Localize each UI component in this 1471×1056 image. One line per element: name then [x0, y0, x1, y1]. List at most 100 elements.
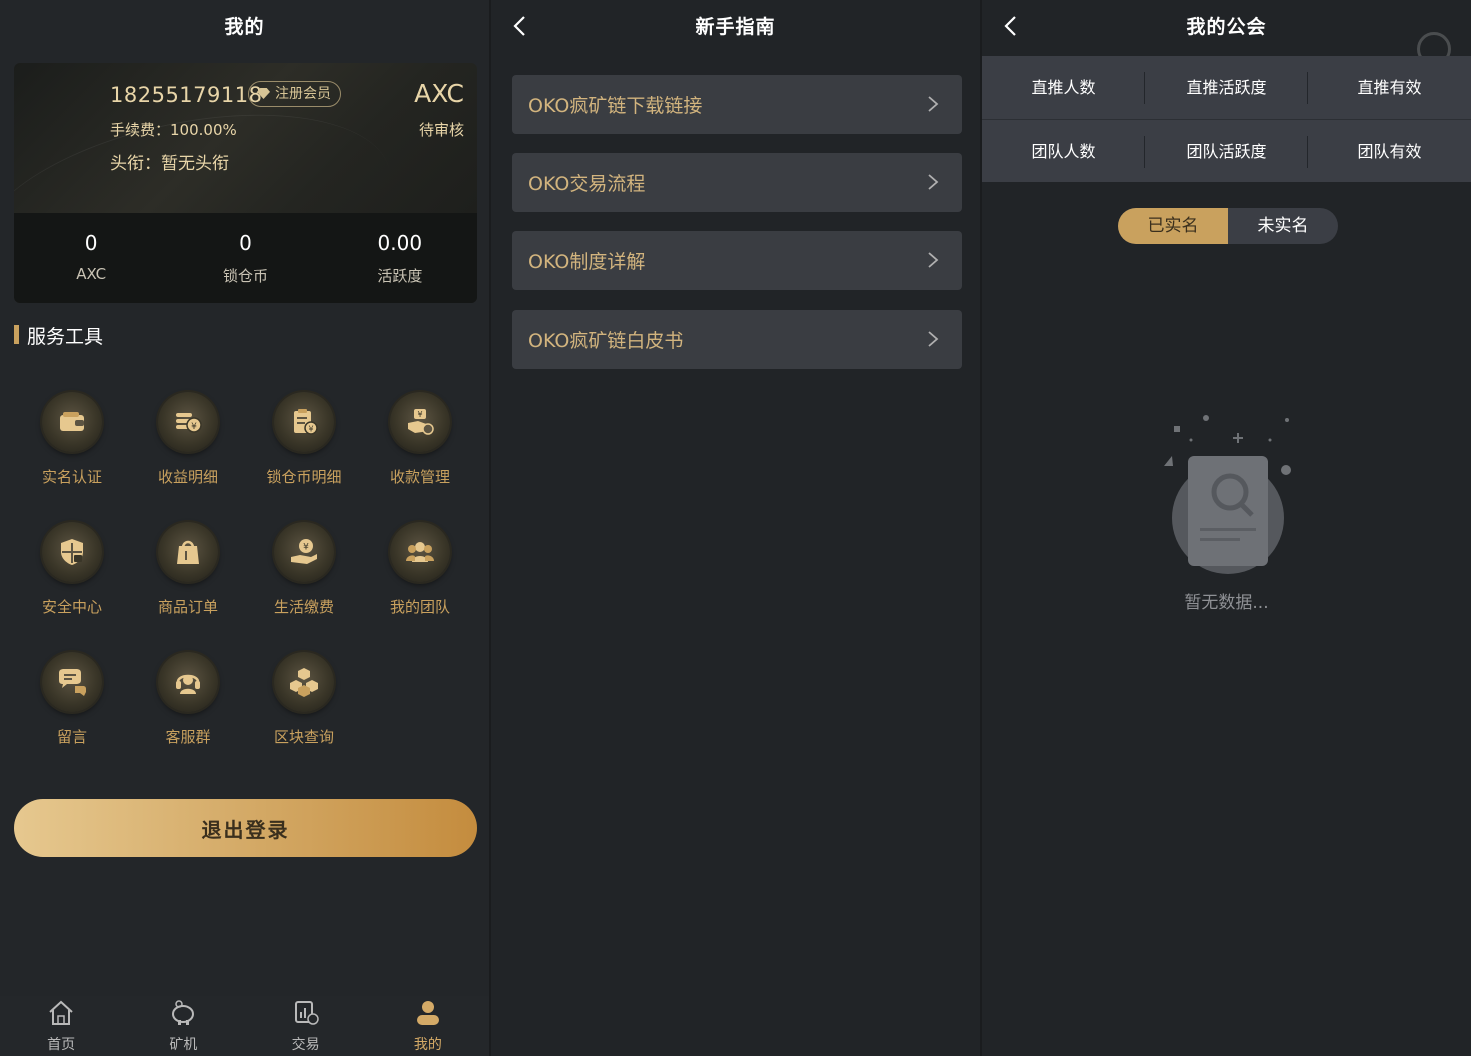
tool-payment-mgmt[interactable]: ¥ 收款管理: [362, 392, 478, 487]
clipboard-yen-icon: ¥: [274, 392, 334, 452]
stat-label: AXC: [76, 265, 107, 283]
chevron-right-icon: [928, 252, 939, 268]
tab-mine[interactable]: 我的: [367, 996, 489, 1056]
home-icon: [49, 1000, 73, 1025]
guide-item-label: OKO疯矿链下载链接: [528, 95, 703, 117]
account-card-header: 18255179118 注册会员 手续费：100.00% 头衔：暂无头衔 AXC…: [14, 63, 477, 213]
shield-lock-icon: [42, 522, 102, 582]
stat-direct-activity[interactable]: 直推活跃度: [1145, 56, 1308, 119]
guide-item-download[interactable]: OKO疯矿链下载链接: [512, 75, 962, 134]
team-icon: [390, 522, 450, 582]
wallet-icon: [42, 392, 102, 452]
tab-label: 首页: [47, 1037, 76, 1053]
stats-row: 团队人数 团队活跃度 团队有效: [982, 119, 1471, 182]
page-title: 我的: [224, 16, 265, 38]
guide-screen: 新手指南 OKO疯矿链下载链接 OKO交易流程 OKO制度详解 OKO疯矿链白皮…: [491, 0, 980, 1056]
guide-item-label: OKO制度详解: [528, 251, 646, 273]
pay-hand-icon: ¥: [274, 522, 334, 582]
tab-label: 矿机: [169, 1037, 198, 1053]
coin-name: AXC: [414, 79, 464, 108]
tool-label: 收款管理: [389, 468, 450, 486]
tool-label: 区块查询: [273, 728, 334, 746]
chat-bubbles-icon: [42, 652, 102, 712]
tool-life-pay[interactable]: ¥ 生活缴费: [246, 522, 362, 617]
rank-text: 头衔：暂无头衔: [110, 154, 229, 174]
tab-home[interactable]: 首页: [0, 996, 122, 1056]
member-badge: 注册会员: [248, 81, 341, 107]
tool-label: 我的团队: [389, 598, 450, 616]
guide-item-trade-flow[interactable]: OKO交易流程: [512, 153, 962, 212]
tab-label: 交易: [291, 1037, 320, 1053]
tool-block-query[interactable]: 区块查询: [246, 652, 362, 747]
yen-hand-icon: ¥: [390, 392, 450, 452]
tool-label: 留言: [56, 728, 87, 746]
tool-label: 实名认证: [41, 468, 102, 486]
stat-axc[interactable]: 0 AXC: [14, 213, 168, 303]
empty-state-text: 暂无数据...: [1184, 593, 1269, 613]
tab-trade[interactable]: 交易: [245, 996, 367, 1056]
tool-locked-detail[interactable]: ¥ 锁仓币明细: [246, 392, 362, 487]
stat-label: 活跃度: [377, 267, 423, 285]
review-status: 待审核: [418, 121, 464, 139]
page-title: 新手指南: [695, 16, 776, 38]
chevron-right-icon: [928, 331, 939, 347]
stat-direct-valid[interactable]: 直推有效: [1308, 56, 1471, 119]
section-title: 服务工具: [14, 322, 103, 349]
verification-toggle: 已实名 未实名: [1118, 208, 1338, 244]
stat-direct-count[interactable]: 直推人数: [982, 56, 1145, 119]
guide-item-system[interactable]: OKO制度详解: [512, 231, 962, 290]
shopping-bag-icon: [158, 522, 218, 582]
trade-icon: [294, 1001, 319, 1025]
guide-item-whitepaper[interactable]: OKO疯矿链白皮书: [512, 310, 962, 369]
tool-my-team[interactable]: 我的团队: [362, 522, 478, 617]
tool-earnings[interactable]: ¥ 收益明细: [130, 392, 246, 487]
chevron-right-icon: [928, 174, 939, 190]
stats-row: 直推人数 直推活跃度 直推有效: [982, 56, 1471, 119]
stat-value: 0.00: [377, 231, 423, 255]
balance-stats: 0 AXC 0 锁仓币 0.00 活跃度: [14, 213, 477, 303]
tool-message[interactable]: 留言: [14, 652, 130, 747]
account-card: 18255179118 注册会员 手续费：100.00% 头衔：暂无头衔 AXC…: [14, 63, 477, 303]
svg-text:¥: ¥: [303, 543, 309, 553]
user-icon: [416, 1001, 439, 1025]
page-title: 我的公会: [1186, 16, 1267, 38]
tool-label: 客服群: [165, 728, 211, 746]
svg-text:¥: ¥: [417, 410, 422, 419]
tab-miner[interactable]: 矿机: [122, 996, 244, 1056]
tool-label: 锁仓币明细: [266, 468, 342, 486]
logout-button[interactable]: 退出登录: [14, 799, 477, 857]
chevron-right-icon: [928, 96, 939, 112]
stat-team-activity[interactable]: 团队活跃度: [1145, 120, 1308, 182]
tool-support-group[interactable]: 客服群: [130, 652, 246, 747]
empty-state-illustration: [1164, 415, 1291, 574]
tool-real-name[interactable]: 实名认证: [14, 392, 130, 487]
coins-icon: ¥: [158, 392, 218, 452]
tool-label: 生活缴费: [273, 598, 334, 616]
tool-orders[interactable]: 商品订单: [130, 522, 246, 617]
svg-text:¥: ¥: [191, 422, 197, 432]
bottom-tab-bar: 首页 矿机 交易 我的: [0, 996, 489, 1056]
tool-security[interactable]: 安全中心: [14, 522, 130, 617]
segment-unverified[interactable]: 未实名: [1228, 208, 1338, 244]
tool-label: 收益明细: [157, 468, 218, 486]
guide-item-label: OKO交易流程: [528, 173, 646, 195]
member-badge-label: 注册会员: [275, 86, 331, 102]
stat-team-count[interactable]: 团队人数: [982, 120, 1145, 182]
stat-team-valid[interactable]: 团队有效: [1308, 120, 1471, 182]
tool-label: 安全中心: [41, 598, 102, 616]
stat-activity[interactable]: 0.00 活跃度: [323, 213, 477, 303]
headset-icon: [158, 652, 218, 712]
segment-verified[interactable]: 已实名: [1118, 208, 1228, 244]
stat-locked-coin[interactable]: 0 锁仓币: [168, 213, 322, 303]
piggy-bank-icon: [172, 1000, 195, 1025]
blocks-icon: [274, 652, 334, 712]
diamond-icon: [257, 88, 270, 99]
phone-number: 18255179118: [110, 83, 263, 107]
stat-value: 0: [84, 231, 98, 255]
fee-text: 手续费：100.00%: [110, 121, 237, 139]
guild-screen: 我的公会 直推人数 直推活跃度 直推有效 团队人数 团队活跃度 团队有效 已实名…: [982, 0, 1471, 1056]
guild-stats-grid: 直推人数 直推活跃度 直推有效 团队人数 团队活跃度 团队有效: [982, 56, 1471, 182]
guide-item-label: OKO疯矿链白皮书: [528, 330, 684, 352]
tool-label: 商品订单: [157, 598, 218, 616]
profile-screen: 我的 18255179118 注册会员 手续费：100.00% 头衔：暂无头衔 …: [0, 0, 489, 1056]
